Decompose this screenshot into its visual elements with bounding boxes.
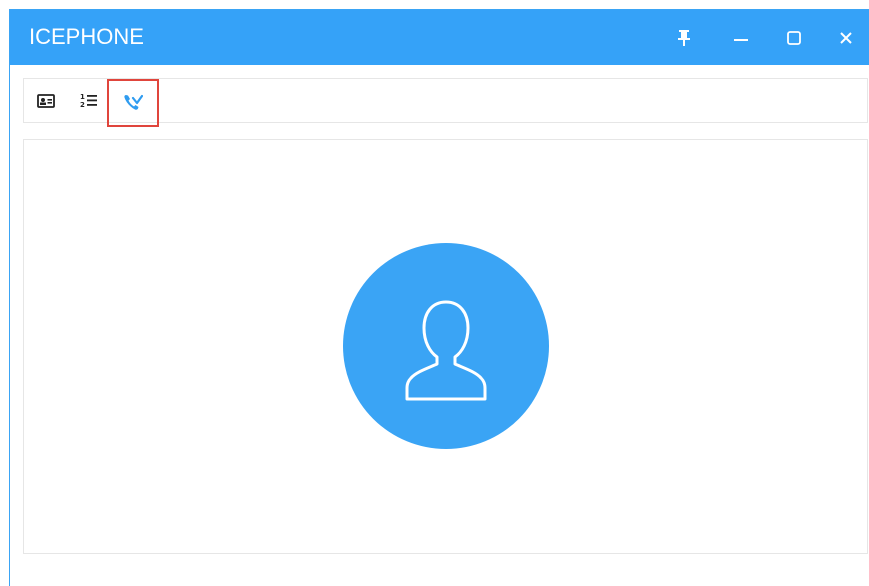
minimize-button[interactable] — [721, 18, 761, 58]
missed-call-button[interactable] — [107, 79, 159, 127]
maximize-button[interactable] — [774, 18, 814, 58]
title-bar[interactable]: ICEPHONE — [10, 10, 869, 65]
minimize-icon — [734, 39, 748, 41]
pin-icon — [678, 30, 690, 46]
maximize-icon — [787, 31, 801, 45]
app-window: ICEPHONE 1 2 — [9, 9, 869, 586]
svg-text:1: 1 — [80, 93, 85, 101]
app-title: ICEPHONE — [29, 24, 144, 49]
toolbar: 1 2 — [23, 78, 868, 127]
contact-panel — [23, 139, 868, 554]
pin-button[interactable] — [664, 18, 704, 58]
close-button[interactable] — [826, 18, 866, 58]
svg-text:2: 2 — [80, 101, 85, 109]
missed-call-icon — [124, 94, 143, 110]
numbered-list-icon: 1 2 — [80, 93, 97, 109]
numbered-list-button[interactable]: 1 2 — [71, 79, 107, 122]
user-avatar — [343, 243, 549, 449]
user-avatar-icon — [405, 300, 487, 401]
contact-card-button[interactable] — [28, 79, 64, 122]
contact-card-icon — [37, 93, 55, 108]
close-icon — [840, 32, 852, 44]
